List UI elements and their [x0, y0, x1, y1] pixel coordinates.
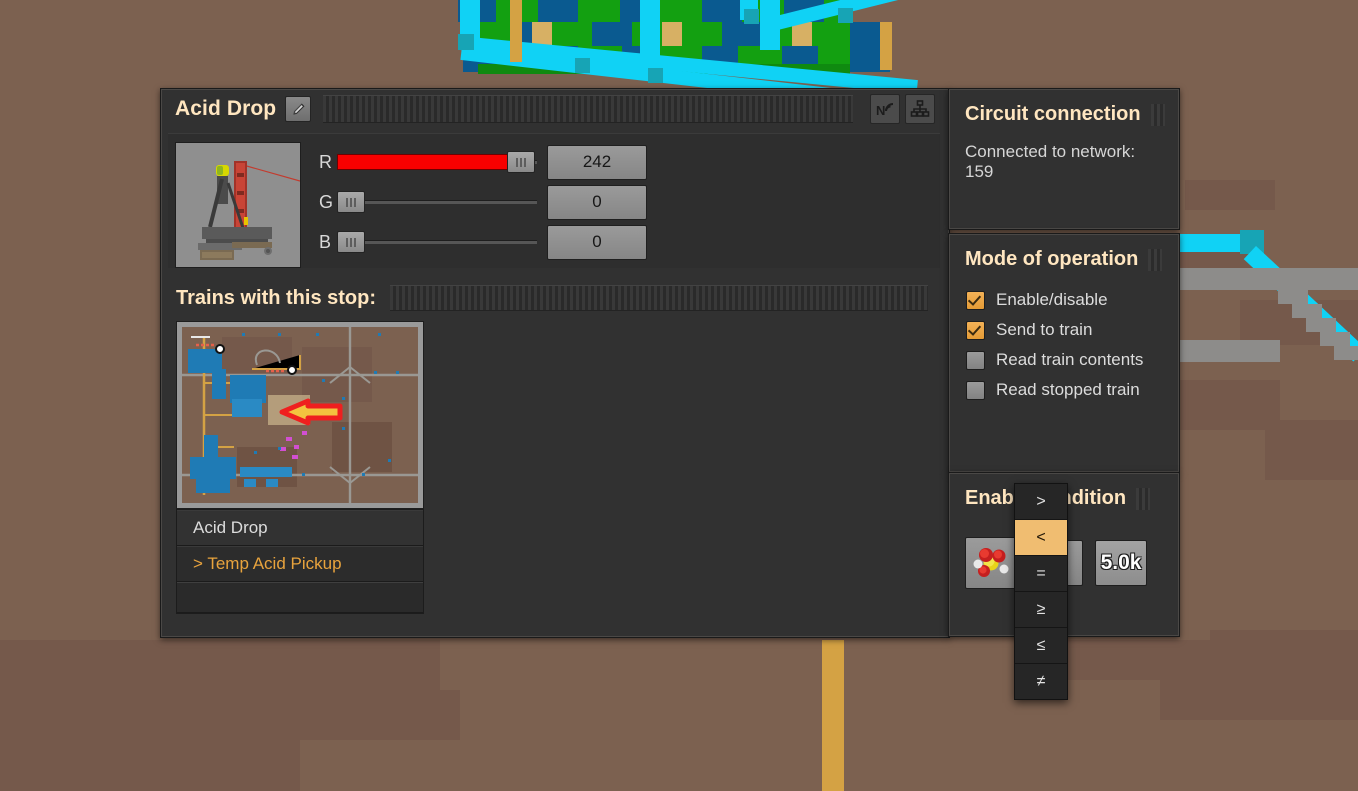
slider-knob-r: [507, 151, 535, 173]
circuit-connection-status: Connected to network: 159: [965, 142, 1136, 181]
mode-option-label-3: Read stopped train: [996, 380, 1140, 399]
schedule-row-empty[interactable]: [177, 582, 423, 613]
circuit-connection-drag[interactable]: [1150, 103, 1165, 126]
circuit-network-icon[interactable]: [905, 94, 935, 124]
pencil-icon[interactable]: [285, 96, 312, 122]
comparator-option-less-equal[interactable]: ≤: [1015, 628, 1067, 664]
slider-track-b[interactable]: [337, 231, 537, 253]
slider-row-r[interactable]: R 242: [319, 142, 940, 182]
comparator-option-greater-equal[interactable]: ≥: [1015, 592, 1067, 628]
comparator-option-less[interactable]: <: [1015, 520, 1067, 556]
schedule-row-current[interactable]: Acid Drop: [177, 510, 423, 546]
checkbox-read-train-contents[interactable]: [966, 350, 985, 370]
window-title: Acid Drop: [175, 97, 277, 120]
mode-option-label-1: Send to train: [996, 320, 1093, 339]
slider-track-g[interactable]: [337, 191, 537, 213]
mode-of-operation-title: Mode of operation: [965, 248, 1139, 270]
mode-of-operation-panel: Mode of operation Enable/disable Send to…: [948, 233, 1180, 473]
svg-text:N: N: [876, 103, 885, 118]
slider-label-r: R: [319, 151, 332, 172]
window-titlebar[interactable]: Acid Drop N: [161, 89, 949, 129]
color-value-g[interactable]: 0: [547, 184, 647, 220]
slider-track-r[interactable]: [337, 151, 537, 173]
checkbox-send-to-train[interactable]: [966, 320, 985, 340]
trains-section: Trains with this stop: Acid Drop > Temp …: [168, 279, 940, 627]
slider-fill-r: [337, 154, 517, 170]
train-card: Acid Drop > Temp Acid Pickup: [176, 321, 424, 614]
screen: Acid Drop N R 242 G 0 B 0 Trains with th…: [0, 0, 1358, 791]
slider-knob-g: [337, 191, 365, 213]
sulfuric-acid-icon[interactable]: [965, 537, 1017, 589]
comparator-option-equal[interactable]: =: [1015, 556, 1067, 592]
mode-option-read-train-contents[interactable]: Read train contents: [966, 345, 1179, 375]
circuit-connection-panel: Circuit connection Connected to network:…: [948, 88, 1180, 230]
mode-option-enable-disable[interactable]: Enable/disable: [966, 285, 1179, 315]
trains-section-title: Trains with this stop:: [176, 286, 377, 309]
circuit-connection-title: Circuit connection: [965, 103, 1141, 125]
train-minimap[interactable]: [176, 321, 424, 509]
trains-section-drag[interactable]: [390, 285, 928, 311]
color-value-b[interactable]: 0: [547, 224, 647, 260]
mode-of-operation-header: Mode of operation: [949, 234, 1179, 271]
mode-option-label-0: Enable/disable: [996, 290, 1108, 309]
condition-constant-value[interactable]: 5.0k: [1095, 540, 1147, 586]
color-section: R 242 G 0 B 0: [168, 133, 940, 268]
slider-row-g[interactable]: G 0: [319, 182, 940, 222]
slider-label-b: B: [319, 231, 332, 252]
slider-label-g: G: [319, 191, 334, 212]
schedule-row-next[interactable]: > Temp Acid Pickup: [177, 546, 423, 582]
color-value-r[interactable]: 242: [547, 144, 647, 180]
train-stop-window: Acid Drop N R 242 G 0 B 0 Trains with th…: [160, 88, 950, 638]
mode-option-send-to-train[interactable]: Send to train: [966, 315, 1179, 345]
comparator-option-not-equal[interactable]: ≠: [1015, 664, 1067, 699]
slider-row-b[interactable]: B 0: [319, 222, 940, 262]
circuit-connection-header: Circuit connection: [949, 89, 1179, 126]
mode-option-label-2: Read train contents: [996, 350, 1144, 369]
checkbox-enable-disable[interactable]: [966, 290, 985, 310]
enable-condition-drag[interactable]: [1136, 487, 1151, 510]
comparator-option-greater[interactable]: >: [1015, 484, 1067, 520]
train-schedule-list: Acid Drop > Temp Acid Pickup: [176, 509, 424, 614]
slider-knob-b: [337, 231, 365, 253]
entity-preview: [175, 142, 301, 268]
window-drag-handle[interactable]: [323, 95, 853, 123]
mode-option-read-stopped-train[interactable]: Read stopped train: [966, 375, 1179, 405]
comparator-dropdown-menu[interactable]: > < = ≥ ≤ ≠: [1014, 483, 1068, 700]
color-sliders: R 242 G 0 B 0: [319, 142, 940, 268]
checkbox-read-stopped-train[interactable]: [966, 380, 985, 400]
mode-of-operation-drag[interactable]: [1148, 248, 1163, 271]
trains-section-header: Trains with this stop:: [168, 279, 940, 311]
wireless-network-icon[interactable]: N: [870, 94, 900, 124]
